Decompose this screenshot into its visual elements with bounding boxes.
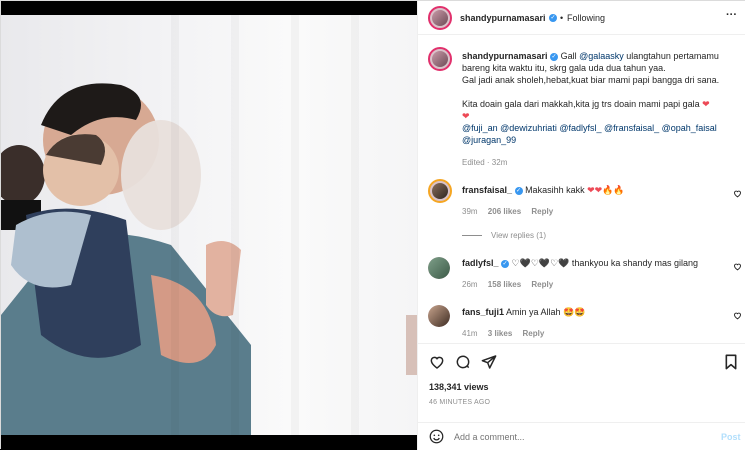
heart-icon[interactable] bbox=[733, 189, 742, 198]
view-replies-line bbox=[462, 235, 482, 236]
reply-button[interactable]: Reply bbox=[523, 329, 545, 338]
caption-text: ulangtahun pertamamu bbox=[626, 51, 719, 61]
comment-time: 41m bbox=[462, 329, 478, 338]
heart-icon[interactable] bbox=[733, 311, 742, 320]
view-replies-button[interactable]: View replies (1) bbox=[491, 231, 546, 240]
verified-icon: ✓ bbox=[514, 186, 523, 195]
reply-button[interactable]: Reply bbox=[531, 207, 553, 216]
comment: fransfaisal_ ✓ Makasihh kakk ❤❤🔥🔥 bbox=[462, 185, 625, 196]
heart-emoji: ❤ bbox=[462, 111, 470, 121]
comment-likes[interactable]: 206 likes bbox=[488, 207, 521, 216]
comment-avatar[interactable] bbox=[428, 257, 450, 279]
reply-button[interactable]: Reply bbox=[531, 280, 553, 289]
comment-username[interactable]: fadlyfsl_ bbox=[462, 258, 499, 268]
author-username[interactable]: shandypurnamasari bbox=[460, 13, 546, 23]
post-photo bbox=[1, 15, 417, 435]
verified-icon: ✓ bbox=[549, 14, 557, 22]
comment-text: thankyou ka shandy mas gilang bbox=[571, 258, 698, 268]
comment-time: 26m bbox=[462, 280, 478, 289]
comment-username[interactable]: fransfaisal_ bbox=[462, 185, 512, 195]
comment-input[interactable] bbox=[454, 429, 694, 444]
comment-emoji: ♡🖤♡🖤♡🖤 bbox=[511, 258, 570, 268]
comment-text: Makasihh kakk bbox=[525, 185, 585, 195]
caption-text: bareng kita waktu itu, skrg gala uda dua… bbox=[462, 63, 666, 73]
comment-meta: 39m 206 likes Reply bbox=[462, 207, 553, 216]
following-label[interactable]: Following bbox=[567, 13, 605, 23]
emoji-icon[interactable] bbox=[429, 429, 444, 444]
instagram-post-modal: shandypurnamasari ✓ • Following ··· shan… bbox=[0, 0, 745, 450]
caption: shandypurnamasari ✓ Gall @galaasky ulang… bbox=[462, 50, 742, 146]
heart-icon[interactable] bbox=[429, 354, 445, 370]
caption-username[interactable]: shandypurnamasari bbox=[462, 51, 548, 61]
post-side-panel: shandypurnamasari ✓ • Following ··· shan… bbox=[417, 1, 745, 450]
comment-likes[interactable]: 3 likes bbox=[488, 329, 512, 338]
verified-icon: ✓ bbox=[501, 259, 510, 268]
mention-link[interactable]: @galaasky bbox=[579, 51, 624, 61]
separator-dot: • bbox=[560, 13, 564, 23]
tagged-users[interactable]: @juragan_99 bbox=[462, 135, 516, 145]
comment-icon[interactable] bbox=[455, 354, 471, 370]
comment-time: 39m bbox=[462, 207, 478, 216]
edited-time: Edited · 32m bbox=[462, 158, 508, 167]
comment-username[interactable]: fans_fuji1 bbox=[462, 307, 504, 317]
comment-meta: 26m 158 likes Reply bbox=[462, 280, 553, 289]
post-media[interactable] bbox=[1, 1, 417, 450]
post-header: shandypurnamasari ✓ • Following ··· bbox=[418, 1, 745, 35]
comment-avatar[interactable] bbox=[428, 179, 452, 203]
view-count[interactable]: 138,341 views bbox=[429, 382, 489, 392]
comment-composer: Post bbox=[418, 422, 745, 450]
share-icon[interactable] bbox=[481, 354, 497, 370]
caption-avatar[interactable] bbox=[428, 47, 452, 71]
comment: fadlyfsl_ ✓ ♡🖤♡🖤♡🖤 thankyou ka shandy ma… bbox=[462, 258, 698, 269]
comment-text: Amin ya Allah bbox=[506, 307, 561, 317]
bookmark-icon[interactable] bbox=[724, 354, 738, 370]
tagged-users[interactable]: @fuji_an @dewizuhriati @fadlyfsl_ @frans… bbox=[462, 123, 717, 133]
comment-meta: 41m 3 likes Reply bbox=[462, 329, 544, 338]
comment-emoji: ❤❤🔥🔥 bbox=[587, 185, 625, 195]
verified-icon: ✓ bbox=[550, 52, 559, 61]
comment-avatar[interactable] bbox=[428, 305, 450, 327]
post-button[interactable]: Post bbox=[721, 432, 741, 442]
post-time: 46 MINUTES AGO bbox=[429, 399, 491, 406]
caption-text: Gall bbox=[560, 51, 577, 61]
comment-likes[interactable]: 158 likes bbox=[488, 280, 521, 289]
author-avatar[interactable] bbox=[428, 6, 452, 30]
caption-text: Kita doain gala dari makkah,kita jg trs … bbox=[462, 99, 700, 109]
caption-text: Gal jadi anak sholeh,hebat,kuat biar mam… bbox=[462, 75, 720, 85]
heart-icon[interactable] bbox=[733, 262, 742, 271]
divider bbox=[418, 343, 745, 344]
heart-emoji: ❤ bbox=[702, 99, 710, 109]
comment-emoji: 🤩🤩 bbox=[563, 307, 586, 317]
comment: fans_fuji1 Amin ya Allah 🤩🤩 bbox=[462, 307, 586, 318]
more-icon[interactable]: ··· bbox=[726, 9, 737, 21]
